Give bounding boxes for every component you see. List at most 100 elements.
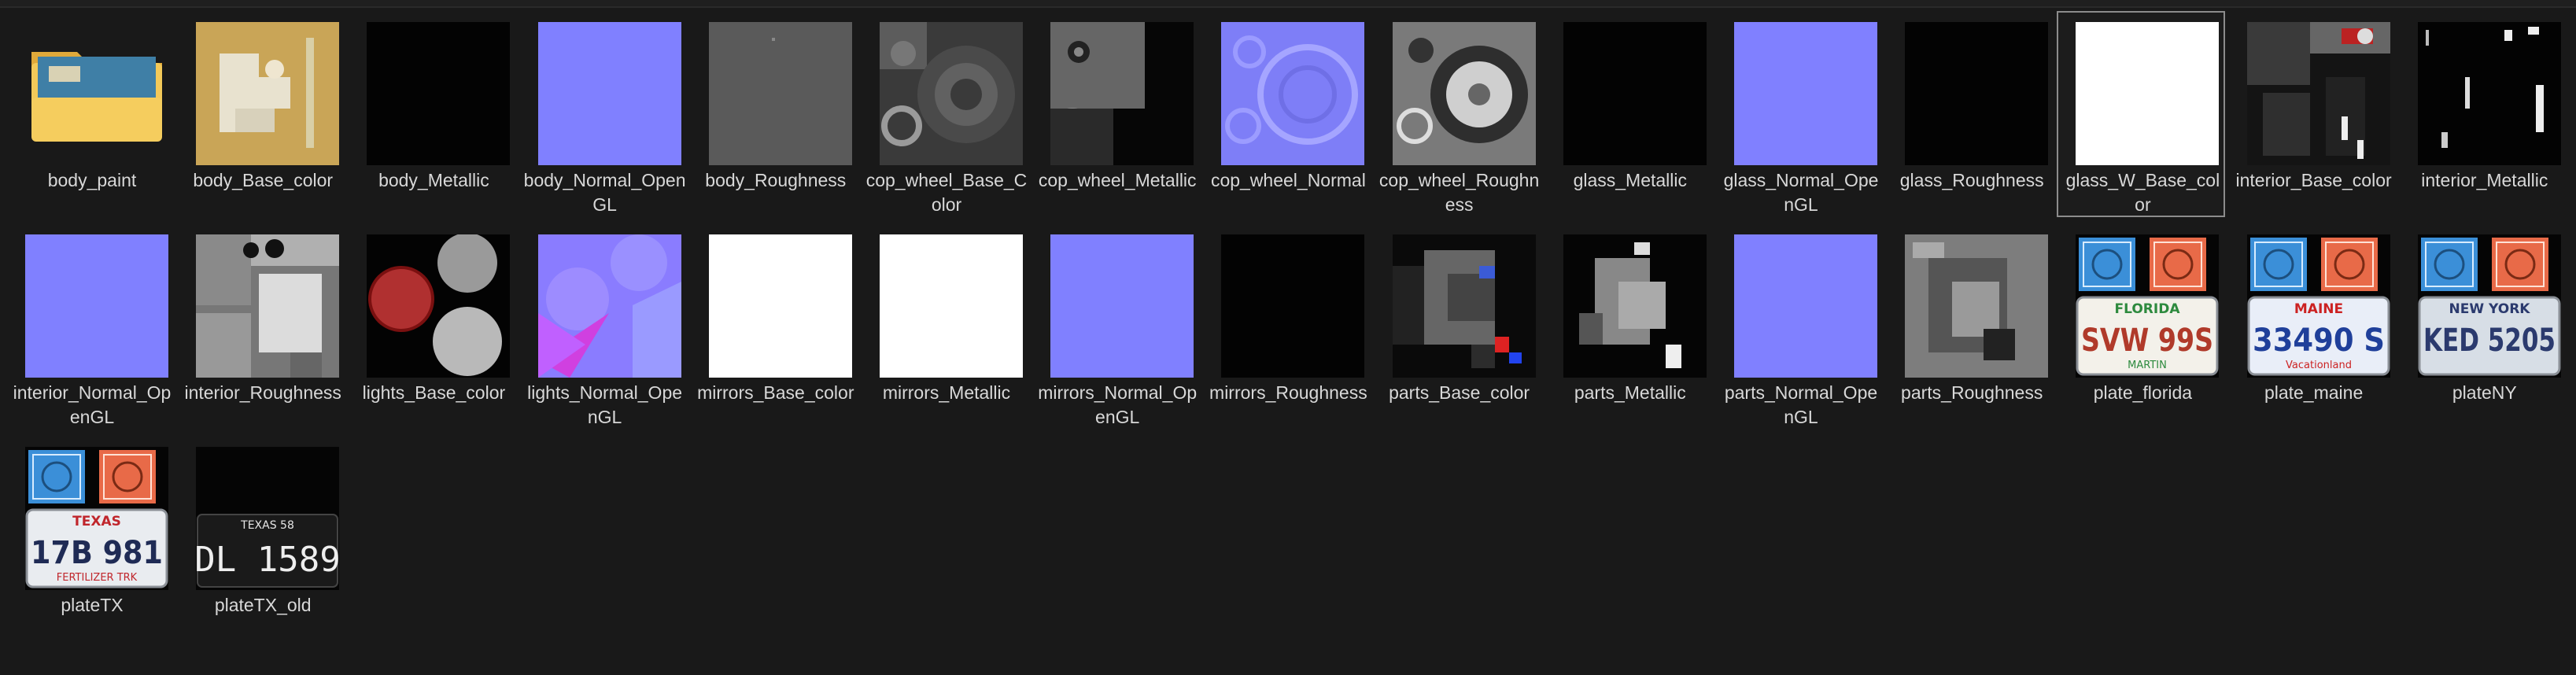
file-tile-interior-base-color[interactable]: interior_Base_color	[2228, 11, 2397, 217]
thumbnail-glass-metallic-icon	[1563, 22, 1707, 165]
file-tile-platetx[interactable]: TEXAS 17B 981 FERTILIZER TRK plateTX	[6, 436, 175, 642]
file-tile-mirrors-base-color[interactable]: mirrors_Base_color	[690, 223, 858, 430]
svg-text:TEXAS 58: TEXAS 58	[240, 519, 294, 532]
thumbnail-body-roughness-icon	[708, 22, 852, 165]
thumbnail-lights-normal-opengl-icon	[537, 234, 681, 378]
thumbnail-glass-w-base-color-icon	[2076, 22, 2220, 165]
file-name: lights_Base_color	[362, 382, 506, 403]
folder-icon	[25, 22, 168, 165]
file-tile-body-normal-opengl[interactable]: body_Normal_OpenGL	[519, 11, 688, 217]
file-name: parts_Metallic	[1574, 382, 1686, 403]
file-name: body_paint	[47, 170, 137, 190]
thumbnail-platetx-old-icon: TEXAS 58 DL 1589	[196, 447, 340, 590]
file-name: interior_Roughness	[184, 382, 341, 403]
file-tile-cop-wheel-roughness[interactable]: cop_wheel_Roughness	[1374, 11, 1542, 217]
thumbnail-platetx-icon: TEXAS 17B 981 FERTILIZER TRK	[25, 447, 168, 590]
file-tile-mirrors-normal-opengl[interactable]: mirrors_Normal_OpenGL	[1032, 223, 1200, 430]
file-name: plateNY	[2452, 382, 2517, 403]
file-tile-cop-wheel-normal[interactable]: cop_wheel_Normal	[1202, 11, 1371, 217]
file-tile-plateny[interactable]: NEW YORK KED 5205 plateNY	[2399, 223, 2567, 430]
svg-text:NEW YORK: NEW YORK	[2449, 301, 2530, 317]
thumbnail-interior-metallic-icon	[2417, 22, 2561, 165]
thumbnail-cop-wheel-metallic-icon	[1050, 22, 1194, 165]
thumbnail-interior-normal-opengl-icon	[25, 234, 168, 378]
svg-text:FERTILIZER TRK: FERTILIZER TRK	[57, 572, 138, 584]
thumbnail-parts-normal-opengl-icon	[1734, 234, 1877, 378]
file-name: glass_Normal_OpenGL	[1723, 170, 1879, 215]
file-name: plate_maine	[2264, 382, 2364, 403]
file-name: cop_wheel_Roughness	[1378, 170, 1540, 215]
file-name: parts_Roughness	[1901, 382, 2043, 403]
thumbnail-glass-roughness-icon	[1905, 22, 2049, 165]
file-name: body_Roughness	[705, 170, 847, 190]
file-grid: body_paint body_Base_color body_Metallic bo…	[0, 0, 2576, 675]
file-name: plateTX	[61, 595, 124, 615]
file-tile-plate-maine[interactable]: MAINE 33490 S Vacationland plate_maine	[2228, 223, 2397, 430]
file-tile-interior-roughness[interactable]: interior_Roughness	[177, 223, 345, 430]
svg-text:FLORIDA: FLORIDA	[2115, 301, 2181, 317]
svg-text:MARTIN: MARTIN	[2128, 360, 2168, 371]
file-name: interior_Normal_OpenGL	[13, 382, 172, 427]
file-tile-parts-base-color[interactable]: parts_Base_color	[1374, 223, 1542, 430]
file-tile-lights-base-color[interactable]: lights_Base_color	[348, 223, 516, 430]
file-tile-mirrors-metallic[interactable]: mirrors_Metallic	[861, 223, 1029, 430]
file-name: glass_Metallic	[1573, 170, 1688, 190]
file-tile-cop-wheel-metallic[interactable]: cop_wheel_Metallic	[1032, 11, 1200, 217]
file-tile-body-base-color[interactable]: body_Base_color	[177, 11, 345, 217]
file-tile-lights-normal-opengl[interactable]: lights_Normal_OpenGL	[519, 223, 688, 430]
file-name: glass_W_Base_color	[2065, 170, 2220, 215]
file-tile-mirrors-roughness[interactable]: mirrors_Roughness	[1202, 223, 1371, 430]
thumbnail-cop-wheel-base-color-icon	[880, 22, 1023, 165]
svg-text:Vacationland: Vacationland	[2286, 360, 2352, 371]
file-name: body_Base_color	[193, 170, 334, 190]
file-tile-body-paint[interactable]: body_paint	[6, 11, 175, 217]
file-name: cop_wheel_Metallic	[1038, 170, 1197, 190]
thumbnail-parts-roughness-icon	[1905, 234, 2049, 378]
thumbnail-mirrors-metallic-icon	[880, 234, 1023, 378]
file-tile-interior-metallic[interactable]: interior_Metallic	[2399, 11, 2567, 217]
file-tile-glass-metallic[interactable]: glass_Metallic	[1544, 11, 1713, 217]
file-name: mirrors_Base_color	[697, 382, 854, 403]
file-tile-plate-florida[interactable]: FLORIDA SVW 99S MARTIN plate_florida	[2057, 223, 2225, 430]
thumbnail-glass-normal-opengl-icon	[1734, 22, 1877, 165]
file-name: plateTX_old	[214, 595, 312, 615]
file-name: lights_Normal_OpenGL	[527, 382, 683, 427]
thumbnail-interior-base-color-icon	[2246, 22, 2390, 165]
file-name: plate_florida	[2093, 382, 2193, 403]
file-tile-body-metallic[interactable]: body_Metallic	[348, 11, 516, 217]
thumbnail-plate-florida-icon: FLORIDA SVW 99S MARTIN	[2076, 234, 2220, 378]
thumbnail-parts-base-color-icon	[1392, 234, 1536, 378]
thumbnail-cop-wheel-normal-icon	[1221, 22, 1365, 165]
thumbnail-cop-wheel-roughness-icon	[1392, 22, 1536, 165]
file-tile-glass-roughness[interactable]: glass_Roughness	[1886, 11, 2054, 217]
thumbnail-plateny-icon: NEW YORK KED 5205	[2417, 234, 2561, 378]
thumbnail-interior-roughness-icon	[196, 234, 340, 378]
svg-text:SVW 99S: SVW 99S	[2081, 323, 2213, 359]
thumbnail-mirrors-base-color-icon	[708, 234, 852, 378]
file-name: body_Metallic	[378, 170, 489, 190]
file-tile-glass-w-base-color[interactable]: glass_W_Base_color	[2057, 11, 2226, 217]
svg-text:KED 5205: KED 5205	[2423, 323, 2556, 359]
file-name: mirrors_Roughness	[1209, 382, 1367, 403]
file-name: parts_Normal_OpenGL	[1724, 382, 1878, 427]
svg-text:TEXAS: TEXAS	[72, 514, 121, 529]
svg-text:33490 S: 33490 S	[2253, 323, 2385, 359]
file-tile-platetx-old[interactable]: TEXAS 58 DL 1589 plateTX_old	[177, 436, 345, 642]
file-tile-glass-normal-opengl[interactable]: glass_Normal_OpenGL	[1715, 11, 1884, 217]
file-tile-parts-normal-opengl[interactable]: parts_Normal_OpenGL	[1715, 223, 1884, 430]
thumbnail-parts-metallic-icon	[1563, 234, 1707, 378]
file-tile-cop-wheel-base-color[interactable]: cop_wheel_Base_Color	[861, 11, 1029, 217]
svg-text:17B 981: 17B 981	[31, 535, 163, 571]
file-tile-parts-metallic[interactable]: parts_Metallic	[1544, 223, 1713, 430]
file-tile-body-roughness[interactable]: body_Roughness	[690, 11, 858, 217]
file-name: interior_Metallic	[2421, 170, 2548, 190]
file-name: mirrors_Normal_OpenGL	[1038, 382, 1198, 427]
file-tile-parts-roughness[interactable]: parts_Roughness	[1886, 223, 2054, 430]
file-name: body_Normal_OpenGL	[523, 170, 686, 215]
file-tile-interior-normal-opengl[interactable]: interior_Normal_OpenGL	[6, 223, 175, 430]
thumbnail-body-base-color-icon	[196, 22, 340, 165]
thumbnail-mirrors-roughness-icon	[1221, 234, 1365, 378]
thumbnail-mirrors-normal-opengl-icon	[1050, 234, 1194, 378]
svg-text:MAINE: MAINE	[2294, 301, 2342, 317]
file-name: cop_wheel_Base_Color	[865, 170, 1028, 215]
